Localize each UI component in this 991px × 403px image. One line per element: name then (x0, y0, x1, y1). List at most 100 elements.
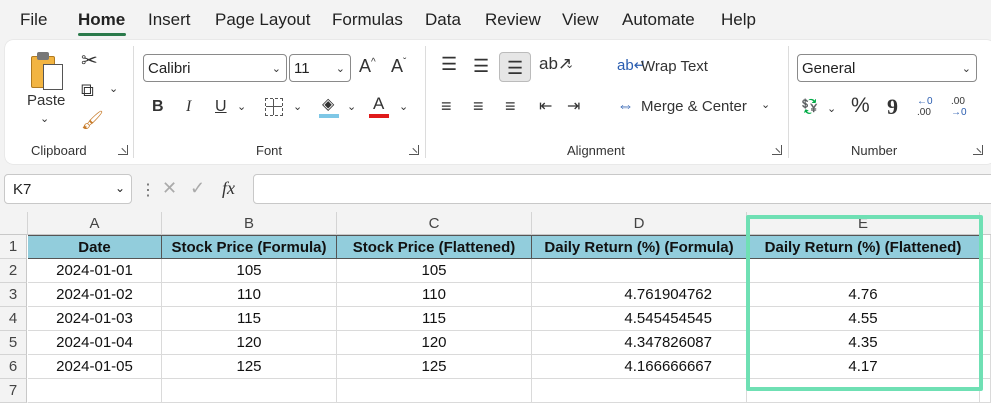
column-header-d[interactable]: D (532, 212, 747, 235)
column-header-f[interactable] (980, 212, 991, 235)
fill-color-icon[interactable]: ◈ (319, 94, 341, 120)
table-cell[interactable] (162, 379, 337, 403)
table-cell[interactable] (980, 331, 991, 355)
spreadsheet-grid[interactable]: A B C D E 1 2 3 4 5 6 7 Date Stock Price… (0, 212, 991, 403)
table-cell[interactable] (747, 259, 980, 283)
table-cell[interactable] (337, 379, 532, 403)
align-right-icon[interactable]: ≡ (505, 96, 516, 117)
column-header-e[interactable]: E (747, 212, 980, 235)
table-cell[interactable]: 2024-01-03 (28, 307, 162, 331)
select-all-corner[interactable] (0, 212, 28, 235)
clipboard-launcher-icon[interactable] (118, 145, 128, 155)
name-box[interactable]: K7 ⌄ (4, 174, 132, 204)
table-cell[interactable]: 105 (162, 259, 337, 283)
comma-style-button[interactable]: 9 (887, 94, 898, 120)
merge-center-dropdown-icon[interactable]: ⌄ (761, 98, 770, 111)
table-header-cell[interactable]: Stock Price (Formula) (162, 235, 337, 259)
row-header[interactable]: 6 (0, 355, 27, 379)
table-cell[interactable] (980, 283, 991, 307)
table-cell[interactable] (980, 235, 991, 259)
increase-indent-icon[interactable]: ⇥ (567, 96, 580, 116)
table-cell[interactable]: 120 (337, 331, 532, 355)
cancel-icon[interactable]: ✕ (162, 178, 177, 199)
table-header-cell[interactable]: Daily Return (%) (Flattened) (747, 235, 980, 259)
number-format-select[interactable]: General ⌄ (797, 54, 977, 82)
merge-center-icon[interactable]: ⇔ (617, 96, 634, 116)
table-cell[interactable]: 115 (162, 307, 337, 331)
table-cell[interactable]: 110 (337, 283, 532, 307)
formula-input[interactable] (253, 174, 991, 204)
table-cell[interactable] (28, 379, 162, 403)
table-cell[interactable]: 2024-01-05 (28, 355, 162, 379)
menu-page-layout[interactable]: Page Layout (215, 10, 310, 30)
paste-icon[interactable] (31, 50, 65, 92)
accounting-dropdown-icon[interactable]: ⌄ (827, 102, 836, 115)
table-cell[interactable] (532, 379, 747, 403)
menu-formulas[interactable]: Formulas (332, 10, 403, 30)
fill-color-dropdown-icon[interactable]: ⌄ (347, 100, 356, 113)
align-bottom-button[interactable]: ☰ (499, 52, 531, 82)
align-top-icon[interactable]: ☰ (441, 54, 457, 75)
cut-icon[interactable]: ✂ (81, 48, 98, 73)
table-cell[interactable]: 125 (162, 355, 337, 379)
grow-font-icon[interactable]: A^ (359, 56, 376, 77)
row-header[interactable]: 7 (0, 379, 27, 403)
increase-decimal-icon[interactable]: ←0.00 (917, 96, 943, 122)
row-header[interactable]: 3 (0, 283, 27, 307)
wrap-text-button[interactable]: Wrap Text (641, 58, 708, 75)
orientation-dropdown-icon[interactable]: ⌄ (565, 58, 574, 71)
alignment-launcher-icon[interactable] (772, 145, 782, 155)
underline-button[interactable]: U (215, 98, 227, 116)
table-header-cell[interactable]: Daily Return (%) (Formula) (532, 235, 747, 259)
borders-icon[interactable] (265, 98, 283, 116)
align-middle-icon[interactable]: ☰ (473, 56, 489, 77)
menu-view[interactable]: View (562, 10, 599, 30)
decrease-indent-icon[interactable]: ⇤ (539, 96, 552, 116)
underline-dropdown-icon[interactable]: ⌄ (237, 100, 246, 113)
more-options-icon[interactable]: ⋮ (140, 180, 156, 200)
shrink-font-icon[interactable]: Aˇ (391, 56, 406, 77)
table-cell[interactable] (980, 307, 991, 331)
font-launcher-icon[interactable] (409, 145, 419, 155)
align-center-icon[interactable]: ≡ (473, 96, 484, 117)
insert-function-button[interactable]: fx (222, 178, 235, 199)
table-cell[interactable]: 2024-01-04 (28, 331, 162, 355)
italic-button[interactable]: I (186, 98, 191, 116)
menu-home[interactable]: Home (78, 10, 125, 30)
table-cell[interactable]: 120 (162, 331, 337, 355)
borders-dropdown-icon[interactable]: ⌄ (293, 100, 302, 113)
bold-button[interactable]: B (152, 98, 164, 116)
row-header[interactable]: 2 (0, 259, 27, 283)
font-size-select[interactable]: 11 ⌄ (289, 54, 351, 82)
paste-button[interactable]: Paste (27, 92, 65, 109)
paste-dropdown-icon[interactable]: ⌄ (40, 112, 49, 125)
table-cell[interactable] (980, 379, 991, 403)
format-painter-icon[interactable]: 🖌 (81, 110, 104, 131)
menu-data[interactable]: Data (425, 10, 461, 30)
table-cell[interactable]: 4.761904762 (532, 283, 747, 307)
font-color-icon[interactable]: A (369, 94, 391, 120)
table-cell[interactable]: 110 (162, 283, 337, 307)
row-header[interactable]: 1 (0, 235, 27, 259)
font-color-dropdown-icon[interactable]: ⌄ (399, 100, 408, 113)
decrease-decimal-icon[interactable]: .00 →0 (951, 96, 977, 122)
column-header-c[interactable]: C (337, 212, 532, 235)
column-header-b[interactable]: B (162, 212, 337, 235)
column-header-a[interactable]: A (28, 212, 162, 235)
table-cell[interactable]: 4.166666667 (532, 355, 747, 379)
table-cell[interactable] (532, 259, 747, 283)
copy-dropdown-icon[interactable]: ⌄ (109, 82, 118, 95)
merge-center-button[interactable]: Merge & Center (641, 98, 747, 115)
table-cell[interactable]: 4.55 (747, 307, 980, 331)
menu-help[interactable]: Help (721, 10, 756, 30)
menu-file[interactable]: File (20, 10, 47, 30)
table-header-cell[interactable]: Date (28, 235, 162, 259)
table-header-cell[interactable]: Stock Price (Flattened) (337, 235, 532, 259)
table-cell[interactable] (980, 259, 991, 283)
percent-style-button[interactable]: % (851, 94, 870, 118)
table-cell[interactable]: 125 (337, 355, 532, 379)
table-cell[interactable] (980, 355, 991, 379)
accounting-format-icon[interactable]: 💱 (801, 98, 818, 115)
table-cell[interactable]: 2024-01-02 (28, 283, 162, 307)
table-cell[interactable]: 4.17 (747, 355, 980, 379)
